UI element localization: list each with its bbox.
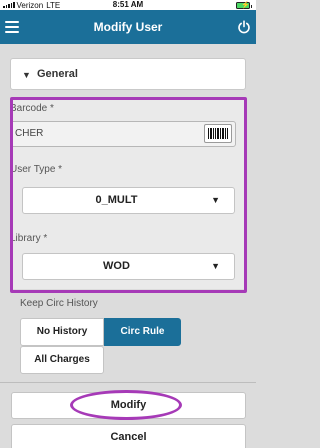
annotation-highlight-oval xyxy=(70,390,182,420)
section-title: General xyxy=(37,68,78,80)
battery-icon: ⚡ xyxy=(236,2,252,9)
status-bar: Verizon LTE 8:51 AM ⚡ xyxy=(0,0,256,10)
circ-rule-option[interactable]: Circ Rule xyxy=(104,318,181,346)
page-title: Modify User xyxy=(93,20,163,34)
divider xyxy=(0,382,256,383)
no-history-option[interactable]: No History xyxy=(20,318,104,346)
power-icon[interactable] xyxy=(237,20,251,34)
status-time: 8:51 AM xyxy=(112,0,144,9)
annotation-highlight-box xyxy=(10,97,247,293)
circ-history-label: Keep Circ History xyxy=(20,298,98,309)
all-charges-option[interactable]: All Charges xyxy=(20,346,104,374)
collapse-triangle-icon: ▼ xyxy=(22,70,31,80)
cancel-button[interactable]: Cancel xyxy=(11,424,246,448)
general-section-toggle[interactable]: ▼ General xyxy=(10,58,246,90)
app-header: Modify User xyxy=(0,10,256,44)
